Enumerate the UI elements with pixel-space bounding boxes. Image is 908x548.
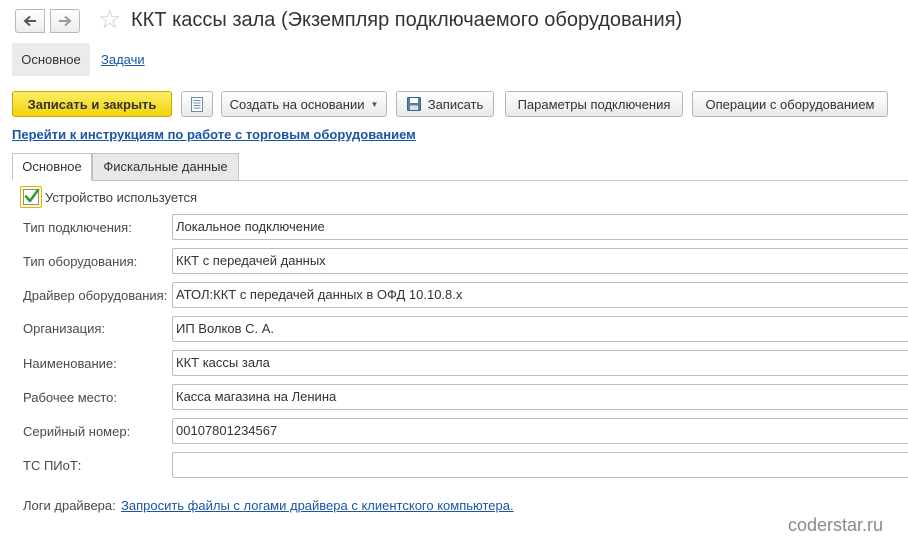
device-used-checkbox[interactable] xyxy=(20,186,42,208)
list-icon xyxy=(191,96,203,112)
save-and-close-button[interactable]: Записать и закрыть xyxy=(12,91,172,117)
serial-number-label: Серийный номер: xyxy=(23,424,131,439)
equipment-driver-label: Драйвер оборудования: xyxy=(23,288,168,303)
back-button[interactable] xyxy=(15,9,45,33)
subtab-main[interactable]: Основное xyxy=(12,43,90,76)
create-based-on-button[interactable]: Создать на основании ▼ xyxy=(221,91,387,117)
workplace-label: Рабочее место: xyxy=(23,390,118,405)
ts-piot-field[interactable] xyxy=(172,452,908,478)
connection-type-field[interactable]: Локальное подключение xyxy=(172,214,908,240)
checkmark-icon xyxy=(24,188,40,203)
equipment-type-field[interactable]: ККТ с передачей данных xyxy=(172,248,908,274)
save-and-close-label: Записать и закрыть xyxy=(27,96,157,112)
equipment-operations-button[interactable]: Операции с оборудованием xyxy=(692,91,888,117)
arrow-left-icon xyxy=(23,15,36,27)
caret-down-icon: ▼ xyxy=(370,99,379,109)
driver-logs-label: Логи драйвера: xyxy=(23,498,116,513)
create-based-on-label: Создать на основании xyxy=(229,96,365,112)
watermark: coderstar.ru xyxy=(788,515,884,535)
equipment-operations-label: Операции с оборудованием xyxy=(705,96,875,112)
save-label: Записать xyxy=(427,96,484,112)
arrow-right-icon xyxy=(59,15,72,27)
checkbox-box xyxy=(23,188,40,205)
serial-number-field[interactable]: 00107801234567 xyxy=(172,418,908,444)
favorite-star-icon[interactable]: ☆ xyxy=(98,7,121,33)
equipment-instructions-link[interactable]: Перейти к инструкциям по работе с торгов… xyxy=(12,127,416,142)
connection-params-label: Параметры подключения xyxy=(517,96,671,112)
workplace-field[interactable]: Касса магазина на Ленина xyxy=(172,384,908,410)
save-button[interactable]: Записать xyxy=(396,91,494,117)
name-field[interactable]: ККТ кассы зала xyxy=(172,350,908,376)
tab-main[interactable]: Основное xyxy=(12,153,92,181)
connection-type-label: Тип подключения: xyxy=(23,220,132,235)
equipment-type-label: Тип оборудования: xyxy=(23,254,138,269)
window-title: ККТ кассы зала (Экземпляр подключаемого … xyxy=(131,9,683,31)
name-label: Наименование: xyxy=(23,356,117,371)
list-button[interactable] xyxy=(181,91,213,117)
subtab-tasks[interactable]: Задачи xyxy=(101,43,145,76)
device-used-label: Устройство используется xyxy=(45,190,198,205)
tab-fiscal-data[interactable]: Фискальные данные xyxy=(92,153,239,181)
request-driver-logs-link[interactable]: Запросить файлы с логами драйвера с клие… xyxy=(121,498,514,513)
forward-button[interactable] xyxy=(50,9,80,33)
ts-piot-label: ТС ПИоТ: xyxy=(23,458,82,473)
connection-params-button[interactable]: Параметры подключения xyxy=(505,91,683,117)
equipment-driver-field[interactable]: АТОЛ:ККТ с передачей данных в ОФД 10.10.… xyxy=(172,282,908,308)
floppy-disk-icon xyxy=(406,97,421,111)
organization-label: Организация: xyxy=(23,321,106,336)
organization-field[interactable]: ИП Волков С. А. xyxy=(172,316,908,342)
